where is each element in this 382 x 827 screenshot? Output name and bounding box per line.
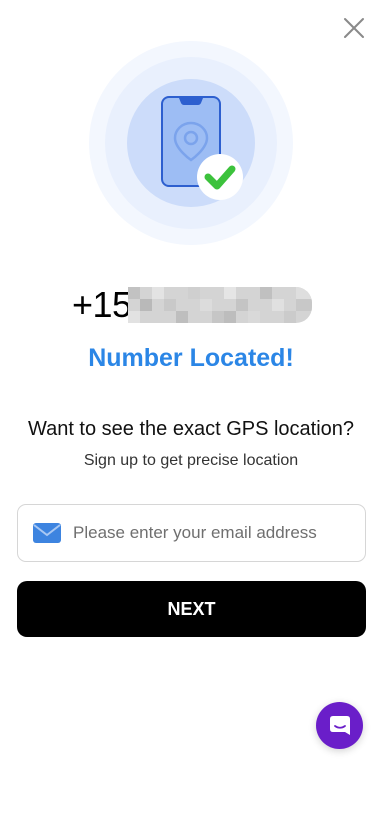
hero-illustration: [89, 41, 293, 245]
chat-button[interactable]: [316, 702, 363, 749]
signup-subtext: Sign up to get precise location: [83, 452, 299, 469]
redacted-digits: [128, 287, 312, 323]
phone-number-prefix: +15: [72, 284, 132, 325]
email-input[interactable]: [73, 523, 343, 543]
close-button[interactable]: [342, 16, 366, 40]
gps-question: Want to see the exact GPS location?: [27, 418, 355, 440]
next-button[interactable]: NEXT: [17, 581, 366, 637]
chat-icon: [329, 715, 350, 735]
status-heading: Number Located!: [88, 344, 294, 372]
phone-location-check-icon: [89, 41, 293, 245]
phone-number: +15: [72, 282, 312, 328]
close-icon: [344, 18, 364, 38]
email-field[interactable]: [17, 504, 366, 562]
mail-icon: [33, 523, 61, 543]
